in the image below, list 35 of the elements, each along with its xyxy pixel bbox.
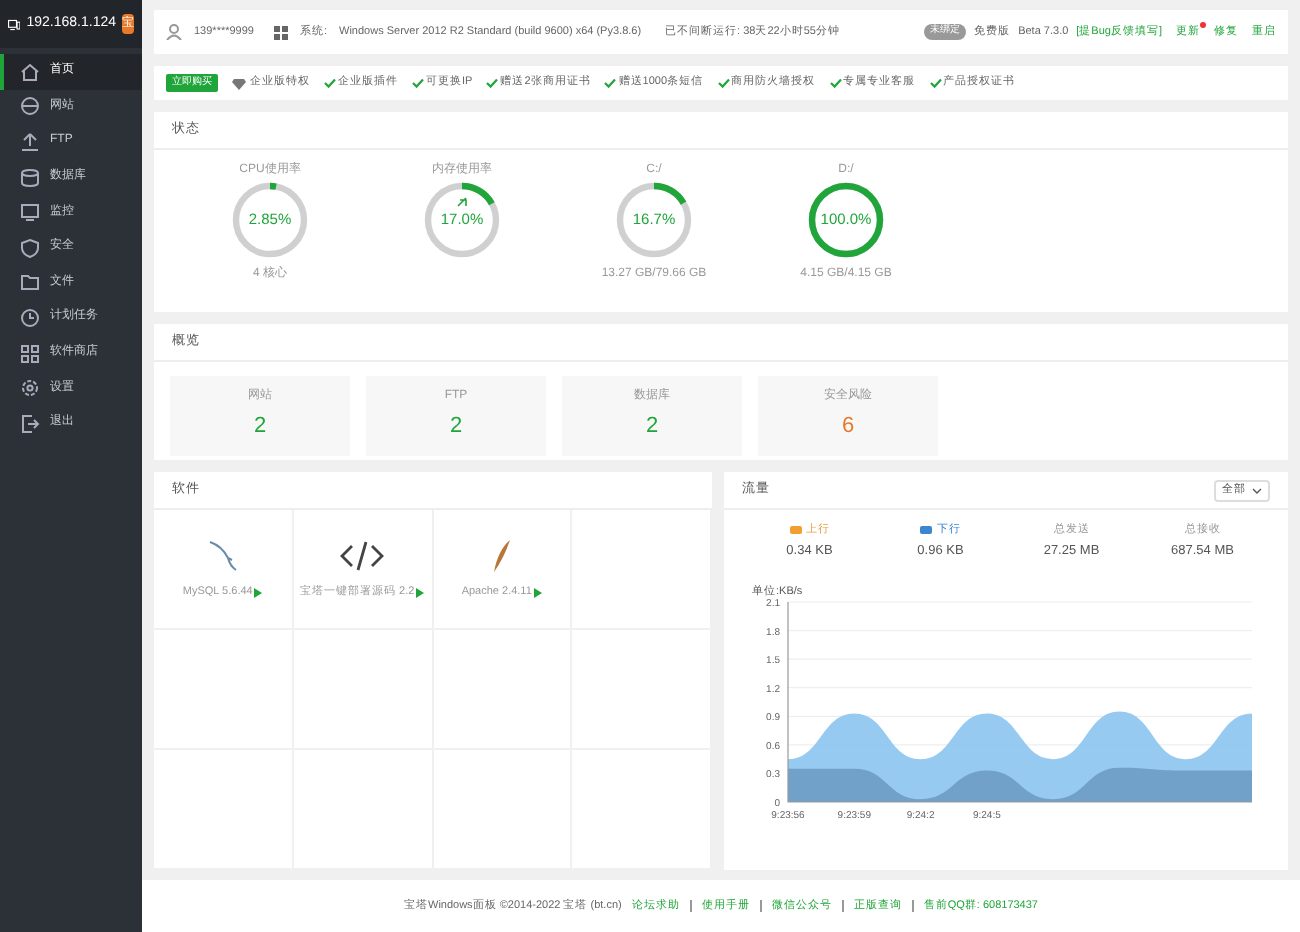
check-icon	[929, 78, 942, 88]
card-value: 6	[841, 412, 855, 443]
globe-icon	[20, 96, 40, 117]
clock-icon	[20, 307, 40, 328]
play-icon	[416, 587, 425, 598]
exit-icon	[20, 413, 40, 434]
grid-icon	[20, 343, 40, 364]
card-value: 2	[645, 412, 659, 443]
play-icon	[533, 587, 542, 598]
shield-icon	[20, 237, 40, 258]
devices-icon	[8, 15, 21, 33]
chevron-down-icon	[1252, 487, 1262, 493]
windows-icon	[273, 25, 288, 39]
check-icon	[486, 78, 499, 88]
check-icon	[717, 78, 730, 88]
download-marker-icon	[920, 526, 933, 535]
diamond-icon	[232, 77, 246, 89]
user-icon	[166, 24, 182, 40]
card-value: 2	[253, 412, 267, 443]
check-icon	[412, 78, 424, 88]
check-icon	[604, 78, 617, 88]
dolphin-icon	[204, 538, 241, 574]
play-icon	[254, 587, 263, 598]
upload-marker-icon	[789, 526, 802, 535]
code-icon	[340, 538, 385, 574]
feather-icon	[489, 538, 514, 574]
check-icon	[829, 78, 842, 88]
upload-icon	[20, 131, 40, 152]
home-icon	[20, 61, 40, 82]
check-icon	[324, 78, 336, 88]
card-value: 2	[449, 412, 463, 443]
folder-icon	[20, 272, 40, 293]
settings-icon	[20, 378, 40, 399]
monitor-icon	[20, 202, 40, 223]
database-icon	[20, 167, 40, 188]
